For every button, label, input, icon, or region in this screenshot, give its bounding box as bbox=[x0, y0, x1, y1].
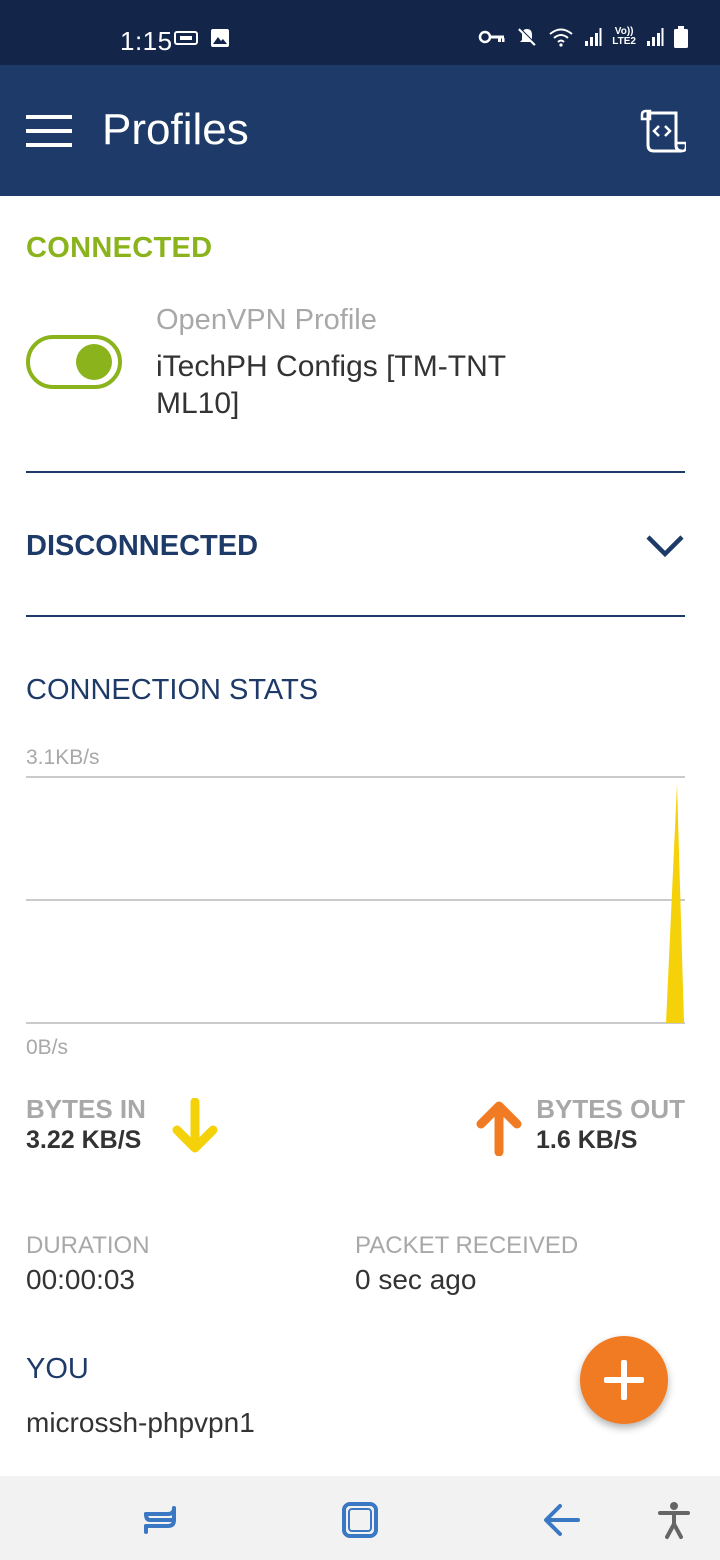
packet-received-label: PACKET RECEIVED bbox=[355, 1232, 579, 1259]
import-profile-button[interactable] bbox=[640, 109, 688, 155]
volte-indicator: Vo)) LTE2 bbox=[612, 26, 636, 47]
home-icon bbox=[342, 1502, 378, 1538]
profile-name[interactable]: iTechPH Configs [TM-TNT ML10] bbox=[156, 348, 576, 422]
status-time: 1:15 bbox=[120, 26, 173, 56]
status-left-icons bbox=[174, 28, 230, 48]
add-profile-button[interactable] bbox=[580, 1336, 668, 1424]
battery-icon bbox=[674, 26, 688, 48]
signal-icon-2 bbox=[647, 28, 664, 46]
disconnected-expand-button[interactable] bbox=[645, 532, 685, 560]
home-button[interactable] bbox=[340, 1500, 380, 1540]
network-card-icon bbox=[174, 31, 198, 45]
plus-icon bbox=[604, 1360, 644, 1400]
wifi-icon bbox=[549, 28, 573, 47]
vpn-key-icon bbox=[479, 30, 505, 44]
menu-button[interactable] bbox=[26, 113, 72, 149]
divider bbox=[26, 471, 685, 473]
toggle-knob bbox=[76, 344, 112, 380]
duration-label: DURATION bbox=[26, 1232, 150, 1259]
arrow-up-icon bbox=[476, 1101, 522, 1156]
recent-apps-button[interactable] bbox=[140, 1500, 180, 1540]
bytes-in-spike bbox=[666, 784, 684, 1023]
hamburger-icon bbox=[26, 115, 72, 147]
bytes-out-value: 1.6 KB/S bbox=[536, 1126, 638, 1154]
connected-heading: CONNECTED bbox=[26, 232, 213, 264]
mute-icon bbox=[518, 27, 537, 46]
back-icon bbox=[544, 1504, 580, 1536]
arrow-down-icon bbox=[172, 1098, 218, 1153]
you-label: YOU bbox=[26, 1353, 89, 1385]
status-right-icons: Vo)) LTE2 bbox=[478, 26, 688, 48]
connection-stats-heading: CONNECTION STATS bbox=[26, 674, 319, 706]
back-button[interactable] bbox=[542, 1500, 582, 1540]
app-bar: Profiles bbox=[0, 65, 720, 196]
system-nav-bar bbox=[0, 1476, 720, 1560]
you-value: microssh-phpvpn1 bbox=[26, 1407, 255, 1438]
bytes-out-label: BYTES OUT bbox=[536, 1094, 685, 1124]
packet-received-value: 0 sec ago bbox=[355, 1264, 477, 1295]
recent-apps-icon bbox=[144, 1506, 176, 1534]
profile-type: OpenVPN Profile bbox=[156, 304, 377, 336]
chevron-down-icon bbox=[646, 535, 684, 558]
traffic-chart bbox=[26, 776, 685, 1024]
bytes-in-label: BYTES IN bbox=[26, 1094, 146, 1124]
disconnected-heading[interactable]: DISCONNECTED bbox=[26, 530, 258, 563]
import-profile-icon bbox=[640, 109, 688, 153]
page-title: Profiles bbox=[102, 105, 249, 154]
status-bar: 1:15 Vo)) LTE2 bbox=[0, 0, 720, 65]
image-icon bbox=[211, 29, 229, 47]
duration-value: 00:00:03 bbox=[26, 1264, 135, 1295]
bytes-in-value: 3.22 KB/S bbox=[26, 1126, 142, 1154]
accessibility-icon bbox=[658, 1502, 690, 1539]
profile-toggle[interactable] bbox=[26, 335, 122, 389]
divider bbox=[26, 615, 685, 617]
chart-min-label: 0B/s bbox=[26, 1036, 69, 1059]
accessibility-button[interactable] bbox=[654, 1500, 694, 1540]
signal-icon bbox=[585, 28, 602, 46]
